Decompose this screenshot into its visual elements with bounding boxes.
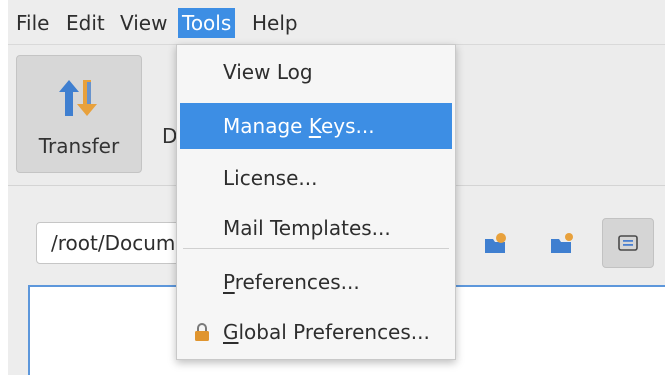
menu-file[interactable]: File — [12, 8, 53, 38]
tools-menu-dropdown: View Log Manage Keys... License... Mail … — [176, 44, 456, 360]
list-view-button[interactable] — [602, 218, 654, 268]
menu-item-mnemonic: K — [308, 114, 321, 138]
menu-item-label: Manage — [223, 114, 309, 138]
menu-item-license[interactable]: License... — [177, 155, 455, 201]
menu-item-label-rest: lobal Preferences... — [238, 320, 430, 344]
menu-view[interactable]: View — [116, 8, 171, 38]
list-view-icon — [618, 235, 638, 251]
menu-item-mnemonic: P — [223, 270, 235, 294]
menu-item-label: Mail Templates... — [223, 216, 391, 240]
menu-item-label: View Log — [223, 60, 313, 84]
download-button[interactable] — [536, 218, 588, 268]
menu-item-label-rest: references... — [234, 270, 360, 294]
lock-icon — [195, 323, 209, 341]
menu-tools[interactable]: Tools — [178, 8, 236, 38]
menu-item-view-log[interactable]: View Log — [177, 49, 455, 95]
upload-button[interactable] — [470, 218, 522, 268]
folder-download-icon — [551, 233, 573, 253]
folder-upload-icon — [485, 233, 506, 253]
menu-item-label-rest: eys... — [320, 114, 375, 138]
menu-edit[interactable]: Edit — [62, 8, 109, 38]
menubar: File Edit View Tools Help — [8, 0, 665, 45]
menu-separator — [183, 248, 449, 249]
menu-item-label: License... — [223, 166, 318, 190]
transfer-arrows-icon — [59, 80, 97, 116]
menu-item-mail-templates[interactable]: Mail Templates... — [177, 205, 455, 251]
menu-item-mnemonic: G — [223, 320, 239, 344]
transfer-button[interactable]: Transfer — [16, 55, 142, 173]
menu-help[interactable]: Help — [248, 8, 302, 38]
menu-item-manage-keys[interactable]: Manage Keys... — [180, 103, 452, 149]
menu-item-preferences[interactable]: Preferences... — [177, 259, 455, 305]
transfer-label: Transfer — [38, 134, 120, 158]
menu-item-global-preferences[interactable]: Global Preferences... — [177, 309, 455, 355]
